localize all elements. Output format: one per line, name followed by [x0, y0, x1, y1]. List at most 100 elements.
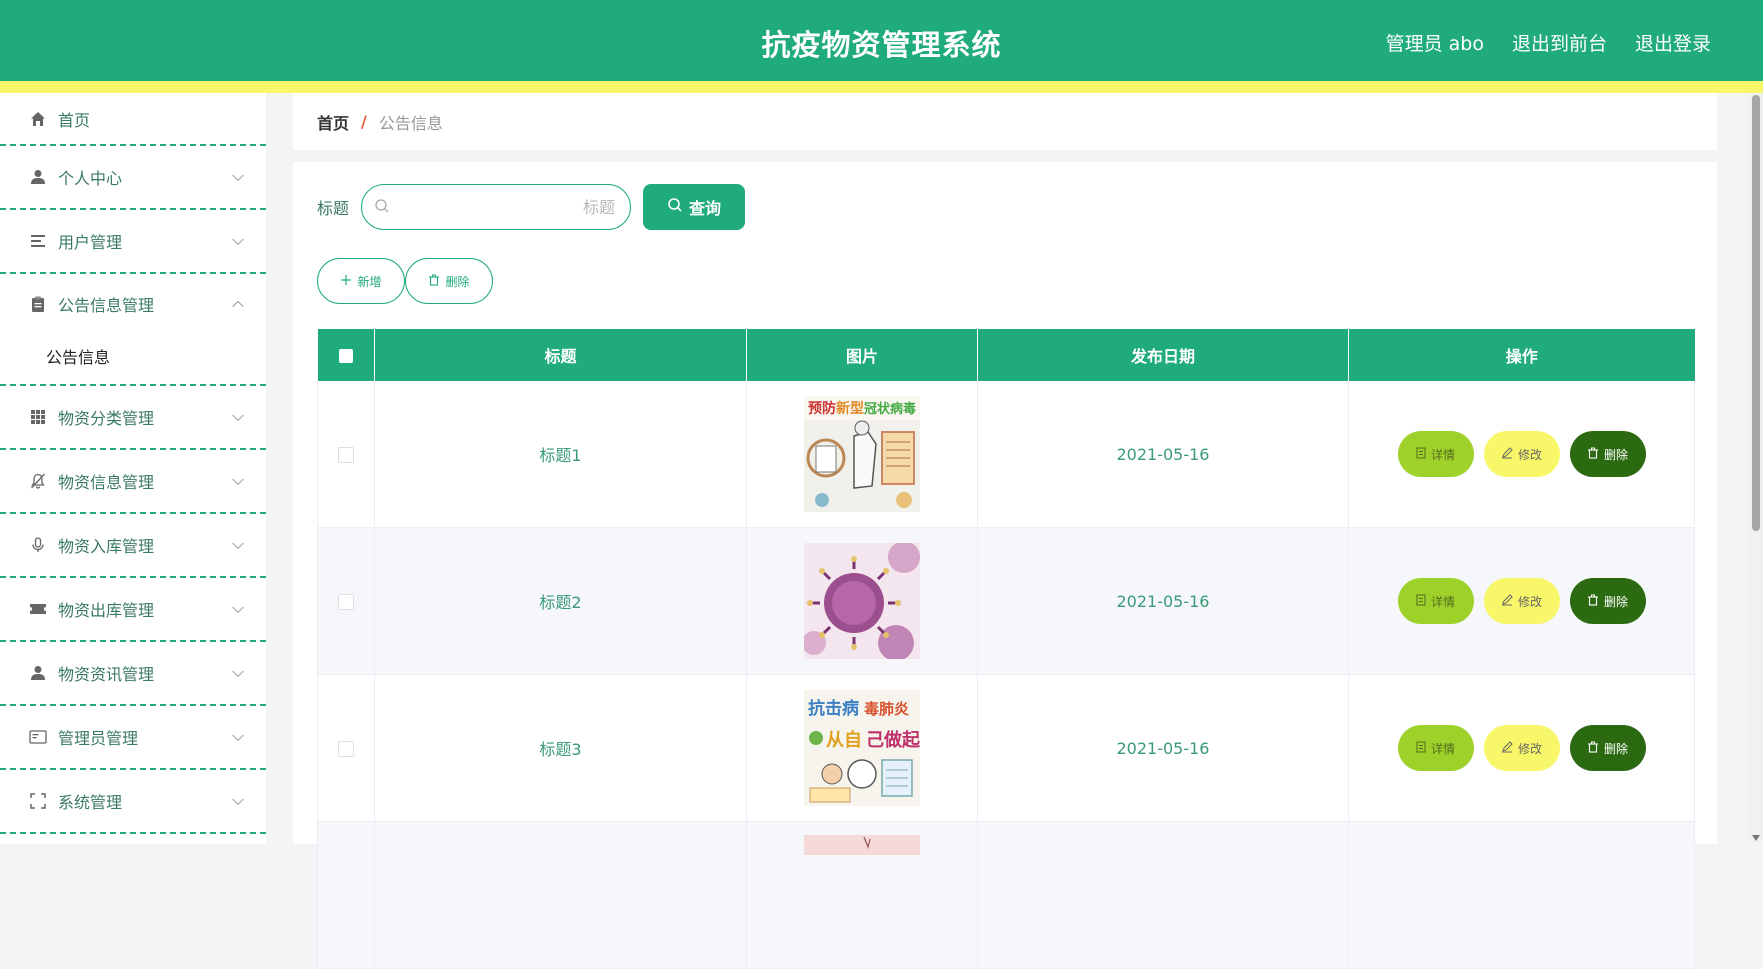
notice-image-partial[interactable]: [804, 835, 920, 855]
exit-to-frontend-link[interactable]: 退出到前台: [1512, 29, 1607, 56]
add-button-label: 新增: [357, 274, 382, 289]
clipboard-icon: [28, 296, 48, 312]
sidebar-item-system-management[interactable]: 系统管理: [0, 770, 266, 834]
notice-image-anti-epidemic-poster[interactable]: 抗击病 毒肺炎 从自 己做起: [804, 690, 920, 806]
row-checkbox[interactable]: [338, 447, 354, 463]
main-content: 标题 查询 新增 删除: [293, 162, 1717, 969]
row-checkbox[interactable]: [338, 741, 354, 757]
sidebar-item-label: 物资信息管理: [58, 473, 155, 492]
detail-button-label: 详情: [1430, 741, 1455, 756]
page-scrollbar[interactable]: [1749, 93, 1763, 844]
sidebar-item-supply-info-management[interactable]: 物资信息管理: [0, 450, 266, 514]
row-select-cell: [317, 381, 375, 528]
trash-icon: [1587, 447, 1599, 462]
breadcrumb-home[interactable]: 首页: [317, 110, 349, 134]
row-date: 2021-05-16: [977, 381, 1349, 528]
add-button[interactable]: 新增: [317, 258, 405, 304]
breadcrumb-separator: /: [361, 112, 367, 131]
row-checkbox[interactable]: [338, 594, 354, 610]
user-icon: [28, 665, 48, 681]
microphone-icon: [28, 537, 48, 553]
trash-icon: [1587, 594, 1599, 609]
scroll-down-arrow-icon[interactable]: [1752, 835, 1760, 841]
sidebar-item-category-management[interactable]: 物资分类管理: [0, 386, 266, 450]
row-select-cell: [317, 674, 375, 822]
sidebar-item-label: 管理员管理: [58, 729, 139, 748]
home-icon: [28, 111, 48, 127]
sidebar-item-admin-management[interactable]: 管理员管理: [0, 706, 266, 770]
chevron-down-icon: [232, 729, 244, 742]
edit-button-label: 修改: [1517, 447, 1542, 462]
row-date: 2021-05-16: [977, 527, 1349, 675]
sidebar-item-label: 物资出库管理: [58, 601, 155, 620]
list-icon: [28, 233, 48, 249]
edit-button[interactable]: 修改: [1483, 578, 1560, 624]
chevron-down-icon: [232, 233, 244, 246]
edit-button-label: 修改: [1517, 594, 1542, 609]
svg-text:预防: 预防: [808, 400, 836, 417]
delete-button[interactable]: 删除: [1569, 578, 1646, 624]
column-header-image: 图片: [746, 329, 978, 381]
sidebar-item-supply-news-management[interactable]: 物资资讯管理: [0, 642, 266, 706]
query-button[interactable]: 查询: [643, 184, 746, 230]
row-actions-cell: 详情 修改 删除: [1348, 674, 1695, 822]
column-header-actions: 操作: [1348, 329, 1695, 381]
search-icon: [667, 197, 683, 217]
detail-button[interactable]: 详情: [1397, 431, 1474, 477]
sidebar-item-home[interactable]: 首页: [0, 93, 266, 146]
logout-link[interactable]: 退出登录: [1635, 29, 1711, 56]
sidebar-subitem-notice-info[interactable]: 公告信息: [0, 328, 266, 386]
detail-button[interactable]: 详情: [1397, 578, 1474, 624]
query-button-label: 查询: [689, 199, 722, 218]
delete-button[interactable]: 删除: [1569, 431, 1646, 477]
row-title: 标题3: [374, 674, 747, 822]
bell-off-icon: [28, 473, 48, 489]
fullscreen-icon: [28, 793, 48, 809]
detail-button[interactable]: 详情: [1397, 725, 1474, 771]
row-actions-cell: 详情 修改 删除: [1348, 527, 1695, 675]
sidebar-item-user-management[interactable]: 用户管理: [0, 210, 266, 274]
trash-icon: [1587, 741, 1599, 756]
batch-delete-button[interactable]: 删除: [405, 258, 493, 304]
table-row: 标题2 2021-05-16 详情 修改 删除: [317, 527, 1695, 675]
notice-image-virus-photo[interactable]: [804, 543, 920, 659]
sidebar-item-label: 物资资讯管理: [58, 665, 155, 684]
chevron-down-icon: [232, 793, 244, 806]
sidebar-item-personal-center[interactable]: 个人中心: [0, 146, 266, 210]
detail-button-label: 详情: [1430, 447, 1455, 462]
grid-icon: [28, 409, 48, 425]
header-accent-strip: [0, 81, 1763, 93]
search-input[interactable]: [398, 185, 618, 230]
delete-button-label: 删除: [1603, 447, 1628, 462]
sidebar-item-notice-management[interactable]: 公告信息管理: [0, 274, 266, 334]
top-nav: 管理员 abo 退出到前台 退出登录: [1386, 29, 1711, 56]
edit-button[interactable]: 修改: [1483, 431, 1560, 477]
svg-text:抗击病: 抗击病: [808, 698, 859, 719]
select-all-checkbox[interactable]: [338, 349, 353, 363]
top-header: 抗疫物资管理系统 管理员 abo 退出到前台 退出登录: [0, 0, 1763, 81]
chevron-down-icon: [232, 473, 244, 486]
breadcrumb-current: 公告信息: [378, 113, 443, 133]
sidebar-item-label: 个人中心: [58, 169, 123, 188]
svg-text:新型: 新型: [836, 400, 864, 417]
user-icon: [28, 169, 48, 185]
row-image-cell: [746, 527, 978, 675]
header-select-all[interactable]: [317, 329, 375, 381]
delete-button[interactable]: 删除: [1569, 725, 1646, 771]
chevron-down-icon: [232, 537, 244, 550]
chevron-down-icon: [232, 601, 244, 614]
sidebar-item-stock-out-management[interactable]: 物资出库管理: [0, 578, 266, 642]
chevron-up-icon: [232, 300, 244, 313]
row-actions-cell: 详情 修改 删除: [1348, 381, 1695, 528]
sidebar-item-stock-in-management[interactable]: 物资入库管理: [0, 514, 266, 578]
edit-button[interactable]: 修改: [1483, 725, 1560, 771]
notice-table: 标题 图片 发布日期 操作 标题1 预防 新型 冠状病毒 2021-05-16 …: [317, 329, 1695, 969]
admin-user-link[interactable]: 管理员 abo: [1386, 29, 1484, 56]
row-title: 标题1: [374, 381, 747, 528]
document-icon: [1416, 594, 1426, 609]
notice-image-prevention-poster[interactable]: 预防 新型 冠状病毒: [804, 396, 920, 512]
scrollbar-thumb[interactable]: [1752, 95, 1760, 531]
row-date: 2021-05-16: [977, 674, 1349, 822]
breadcrumb: 首页 / 公告信息: [293, 93, 1717, 150]
action-row: 新增 删除: [317, 258, 493, 304]
